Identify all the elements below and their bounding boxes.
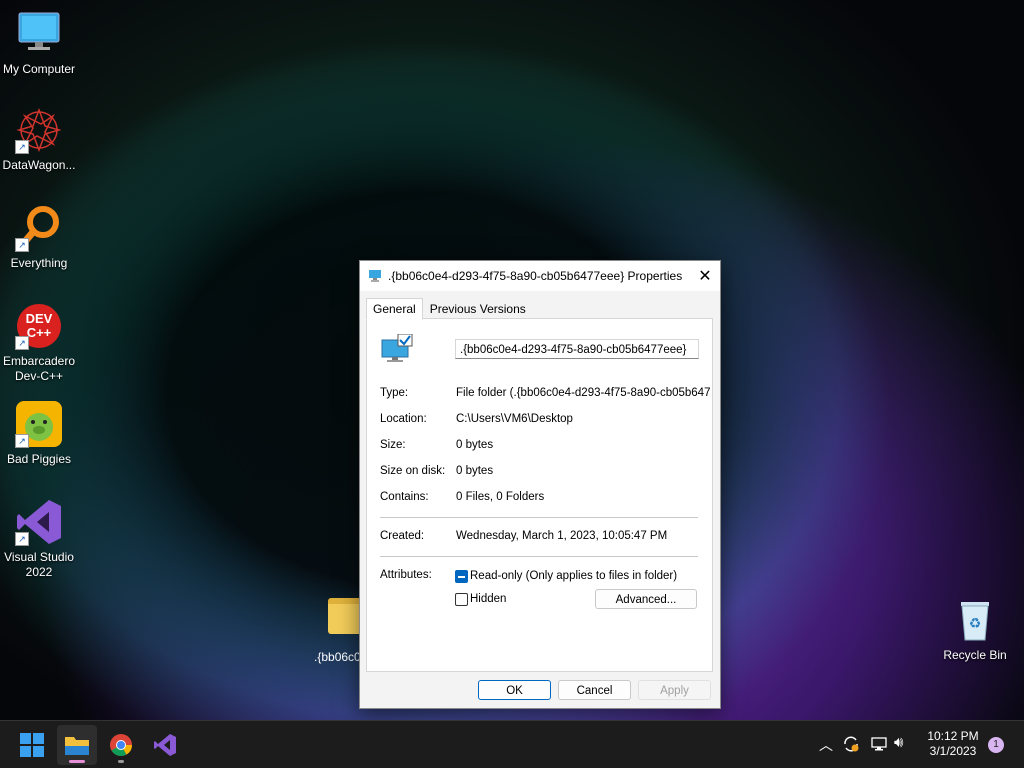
apply-button[interactable]: Apply [638, 680, 711, 700]
clock[interactable]: 10:12 PM 3/1/2023 [920, 729, 986, 759]
created-value: Wednesday, March 1, 2023, 10:05:47 PM [456, 530, 668, 542]
shortcut-arrow-icon: ↗ [15, 140, 29, 154]
ok-button[interactable]: OK [478, 680, 551, 700]
properties-dialog: .{bb06c0e4-d293-4f75-8a90-cb05b6477eee} … [359, 260, 721, 709]
desktop-icon-label: Recycle Bin [943, 648, 1007, 662]
windows-logo-icon [20, 733, 44, 757]
desktop-icon-label: Bad Piggies [6, 452, 72, 466]
dialog-titlebar[interactable]: .{bb06c0e4-d293-4f75-8a90-cb05b6477eee} … [360, 261, 720, 291]
notification-badge[interactable]: 1 [988, 737, 1004, 753]
tab-general[interactable]: General [366, 298, 423, 320]
shortcut-arrow-icon: ↗ [15, 434, 29, 448]
folder-name-input[interactable]: .{bb06c0e4-d293-4f75-8a90-cb05b6477eee} [455, 339, 699, 359]
contains-value: 0 Files, 0 Folders [456, 491, 545, 503]
running-indicator [118, 760, 124, 763]
separator [380, 517, 698, 518]
computer-icon [369, 270, 381, 282]
size-label: Size: [380, 439, 406, 451]
size-on-disk-value: 0 bytes [456, 465, 494, 477]
dialog-title: .{bb06c0e4-d293-4f75-8a90-cb05b6477eee} … [388, 269, 683, 283]
recycle-bin-icon: ♻ [951, 596, 999, 644]
desktop-icon-label: Everything [10, 256, 68, 270]
readonly-checkbox-box[interactable] [455, 570, 468, 583]
tab-previous-versions[interactable]: Previous Versions [423, 298, 533, 320]
visual-studio-icon: ↗ [15, 498, 63, 546]
desktop-icon-devcpp[interactable]: DEV C++ ↗ Embarcadero Dev-C++ [0, 302, 78, 384]
readonly-label: Read-only (Only applies to files in fold… [470, 570, 678, 582]
separator [380, 556, 698, 557]
start-button[interactable] [12, 725, 52, 765]
desktop-icon-label: DataWagon... [2, 158, 76, 172]
location-label: Location: [380, 413, 427, 425]
visual-studio-icon [154, 734, 176, 756]
shortcut-arrow-icon: ↗ [15, 238, 29, 252]
advanced-button[interactable]: Advanced... [595, 589, 697, 609]
file-explorer-icon [65, 737, 89, 755]
taskbar-visual-studio[interactable] [145, 725, 185, 765]
speaker-icon[interactable]: 🔊︎ [894, 734, 903, 751]
type-value: File folder (.{bb06c0e4-d293-4f75-8a90-c… [456, 387, 711, 399]
bad-piggies-icon: ↗ [15, 400, 63, 448]
taskbar-chrome[interactable] [101, 725, 141, 765]
monitor-icon [15, 10, 63, 58]
cancel-button[interactable]: Cancel [558, 680, 631, 700]
desktop-icon-bad-piggies[interactable]: ↗ Bad Piggies [0, 400, 78, 467]
desktop-icon-label: Visual Studio 2022 [4, 550, 74, 579]
update-icon[interactable] [842, 735, 860, 753]
general-panel: .{bb06c0e4-d293-4f75-8a90-cb05b6477eee} … [366, 318, 713, 672]
datawagon-icon: ↗ [15, 106, 63, 154]
tab-bar: General Previous Versions [366, 298, 533, 320]
desktop-icon-label: Embarcadero Dev-C++ [2, 354, 76, 383]
type-label: Type: [380, 387, 409, 399]
hidden-checkbox-box[interactable] [455, 593, 468, 606]
active-indicator [69, 760, 85, 763]
desktop-icon-my-computer[interactable]: My Computer [0, 10, 78, 77]
magnifier-icon: ↗ [15, 204, 63, 252]
location-value: C:\Users\VM6\Desktop [456, 413, 573, 425]
taskbar-file-explorer[interactable] [57, 725, 97, 765]
folder-icon [328, 598, 362, 634]
shortcut-arrow-icon: ↗ [15, 336, 29, 350]
taskbar: ︿ 🔊︎ 10:12 PM 3/1/2023 1 [0, 720, 1024, 768]
computer-check-icon [381, 334, 413, 362]
clock-time: 10:12 PM [927, 729, 979, 743]
clock-date: 3/1/2023 [929, 744, 977, 758]
size-value: 0 bytes [456, 439, 494, 451]
created-label: Created: [380, 530, 425, 542]
desktop-icon-datawagon[interactable]: ↗ DataWagon... [0, 106, 78, 173]
desktop-icon-recycle-bin[interactable]: ♻ Recycle Bin [936, 596, 1014, 663]
network-icon[interactable] [870, 735, 888, 753]
shortcut-arrow-icon: ↗ [15, 532, 29, 546]
chrome-icon [110, 734, 132, 756]
devcpp-icon: DEV C++ ↗ [15, 302, 63, 350]
desktop-icon-everything[interactable]: ↗ Everything [0, 204, 78, 271]
svg-text:♻: ♻ [969, 615, 982, 631]
size-on-disk-label: Size on disk: [380, 465, 446, 477]
contains-label: Contains: [380, 491, 429, 503]
desktop-icon-label: My Computer [2, 62, 76, 76]
close-button[interactable]: ✕ [690, 261, 720, 291]
chevron-up-icon[interactable]: ︿ [819, 735, 833, 755]
desktop-icon-visual-studio[interactable]: ↗ Visual Studio 2022 [0, 498, 78, 580]
attributes-label: Attributes: [380, 569, 432, 581]
